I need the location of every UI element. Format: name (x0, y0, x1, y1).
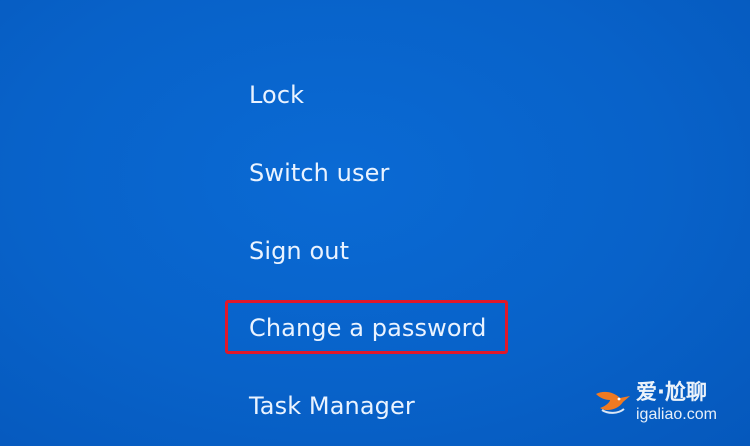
bird-logo-icon (596, 391, 630, 414)
switch-user-option[interactable]: Switch user (249, 158, 389, 188)
task-manager-option[interactable]: Task Manager (249, 391, 415, 421)
sign-out-option[interactable]: Sign out (249, 236, 349, 266)
lock-option[interactable]: Lock (249, 80, 304, 110)
watermark-url-text: igaliao.com (636, 406, 717, 423)
watermark: 爱·尬聊 igaliao.com (592, 376, 742, 438)
highlight-box (225, 300, 508, 354)
watermark-chinese-text: 爱·尬聊 (636, 380, 707, 404)
